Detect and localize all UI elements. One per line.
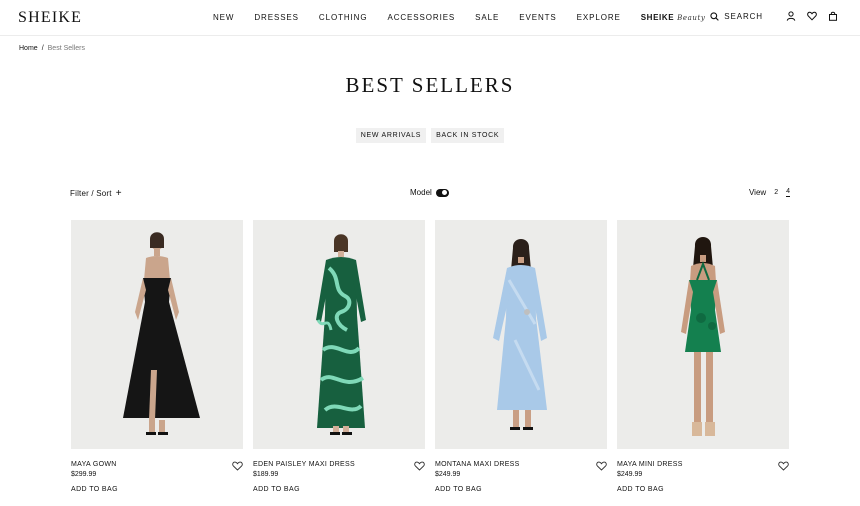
- search-icon: [710, 11, 720, 21]
- nav-sale[interactable]: SALE: [475, 13, 499, 22]
- product-card: MONTANA MAXI DRESS $249.99 ADD TO BAG: [435, 220, 607, 499]
- plus-icon: +: [115, 188, 122, 199]
- breadcrumb-separator: /: [41, 45, 44, 52]
- view-label: View: [748, 188, 767, 197]
- nav-dresses[interactable]: DRESSES: [254, 13, 299, 22]
- search-button[interactable]: SEARCH: [710, 12, 763, 21]
- add-to-bag-button[interactable]: ADD TO BAG: [253, 486, 300, 493]
- view-option-2[interactable]: 2: [774, 189, 778, 196]
- product-info: MAYA MINI DRESS $249.99 ADD TO BAG: [617, 449, 789, 499]
- product-name[interactable]: EDEN PAISLEY MAXI DRESS: [253, 461, 355, 468]
- wishlist-heart-icon[interactable]: [596, 461, 607, 471]
- nav-clothing[interactable]: CLOTHING: [319, 13, 368, 22]
- product-card: MAYA GOWN $299.99 ADD TO BAG: [71, 220, 243, 499]
- add-to-bag-button[interactable]: ADD TO BAG: [71, 486, 118, 493]
- model-toggle[interactable]: [435, 188, 449, 197]
- nav-events[interactable]: EVENTS: [519, 13, 556, 22]
- breadcrumb-current: Best Sellers: [47, 45, 85, 52]
- product-info: EDEN PAISLEY MAXI DRESS $189.99 ADD TO B…: [253, 449, 425, 499]
- product-info: MAYA GOWN $299.99 ADD TO BAG: [71, 449, 243, 499]
- account-icon[interactable]: [786, 11, 796, 21]
- product-image[interactable]: [253, 220, 425, 449]
- logo[interactable]: SHEIKE: [18, 9, 82, 27]
- wishlist-heart-icon[interactable]: [414, 461, 425, 471]
- product-image[interactable]: [435, 220, 607, 449]
- wishlist-icon[interactable]: [807, 11, 817, 21]
- toggle-knob: [442, 190, 448, 195]
- nav-new[interactable]: NEW: [213, 13, 234, 22]
- wishlist-heart-icon[interactable]: [232, 461, 243, 471]
- wishlist-heart-icon[interactable]: [778, 461, 789, 471]
- listing-toolbar: Filter / Sort + Model View 2 4: [70, 186, 790, 202]
- product-name[interactable]: MONTANA MAXI DRESS: [435, 461, 520, 468]
- nav-accessories[interactable]: ACCESSORIES: [387, 13, 455, 22]
- product-price: $189.99: [253, 471, 279, 478]
- search-label: SEARCH: [724, 11, 763, 21]
- product-image[interactable]: [71, 220, 243, 449]
- bag-icon[interactable]: [828, 11, 838, 21]
- filter-sort-label: Filter / Sort: [70, 189, 112, 198]
- view-option-4[interactable]: 4: [786, 188, 790, 197]
- collection-chips: NEW ARRIVALS BACK IN STOCK: [0, 128, 860, 143]
- main-nav: NEW DRESSES CLOTHING ACCESSORIES SALE EV…: [213, 13, 725, 22]
- header-utilities: SEARCH: [710, 11, 838, 21]
- chip-back-in-stock[interactable]: BACK IN STOCK: [431, 128, 505, 143]
- product-price: $249.99: [617, 471, 643, 478]
- chip-new-arrivals[interactable]: NEW ARRIVALS: [355, 128, 427, 143]
- filter-sort-button[interactable]: Filter / Sort +: [70, 188, 122, 199]
- add-to-bag-button[interactable]: ADD TO BAG: [617, 486, 664, 493]
- breadcrumb: Home / Best Sellers: [19, 45, 85, 52]
- page-title: BEST SELLERS: [345, 73, 515, 97]
- product-image[interactable]: [617, 220, 789, 449]
- model-toggle-group: Model: [410, 188, 449, 197]
- nav-sheike-beauty-script: Beauty: [677, 13, 706, 22]
- view-switcher: View 2 4: [749, 188, 790, 197]
- product-name[interactable]: MAYA GOWN: [71, 461, 117, 468]
- product-card: EDEN PAISLEY MAXI DRESS $189.99 ADD TO B…: [253, 220, 425, 499]
- nav-sheike-beauty-label: SHEIKE: [640, 13, 675, 22]
- nav-explore[interactable]: EXPLORE: [577, 13, 621, 22]
- nav-sheike-beauty[interactable]: SHEIKE Beauty: [641, 13, 706, 22]
- site-header: SHEIKE NEW DRESSES CLOTHING ACCESSORIES …: [0, 0, 860, 36]
- product-name[interactable]: MAYA MINI DRESS: [617, 461, 683, 468]
- product-card: MAYA MINI DRESS $249.99 ADD TO BAG: [617, 220, 789, 499]
- product-price: $299.99: [71, 471, 97, 478]
- breadcrumb-home[interactable]: Home: [19, 45, 38, 52]
- product-price: $249.99: [435, 471, 461, 478]
- product-info: MONTANA MAXI DRESS $249.99 ADD TO BAG: [435, 449, 607, 499]
- model-label: Model: [410, 188, 432, 197]
- add-to-bag-button[interactable]: ADD TO BAG: [435, 486, 482, 493]
- product-grid: MAYA GOWN $299.99 ADD TO BAG EDEN PAISLE…: [71, 220, 789, 499]
